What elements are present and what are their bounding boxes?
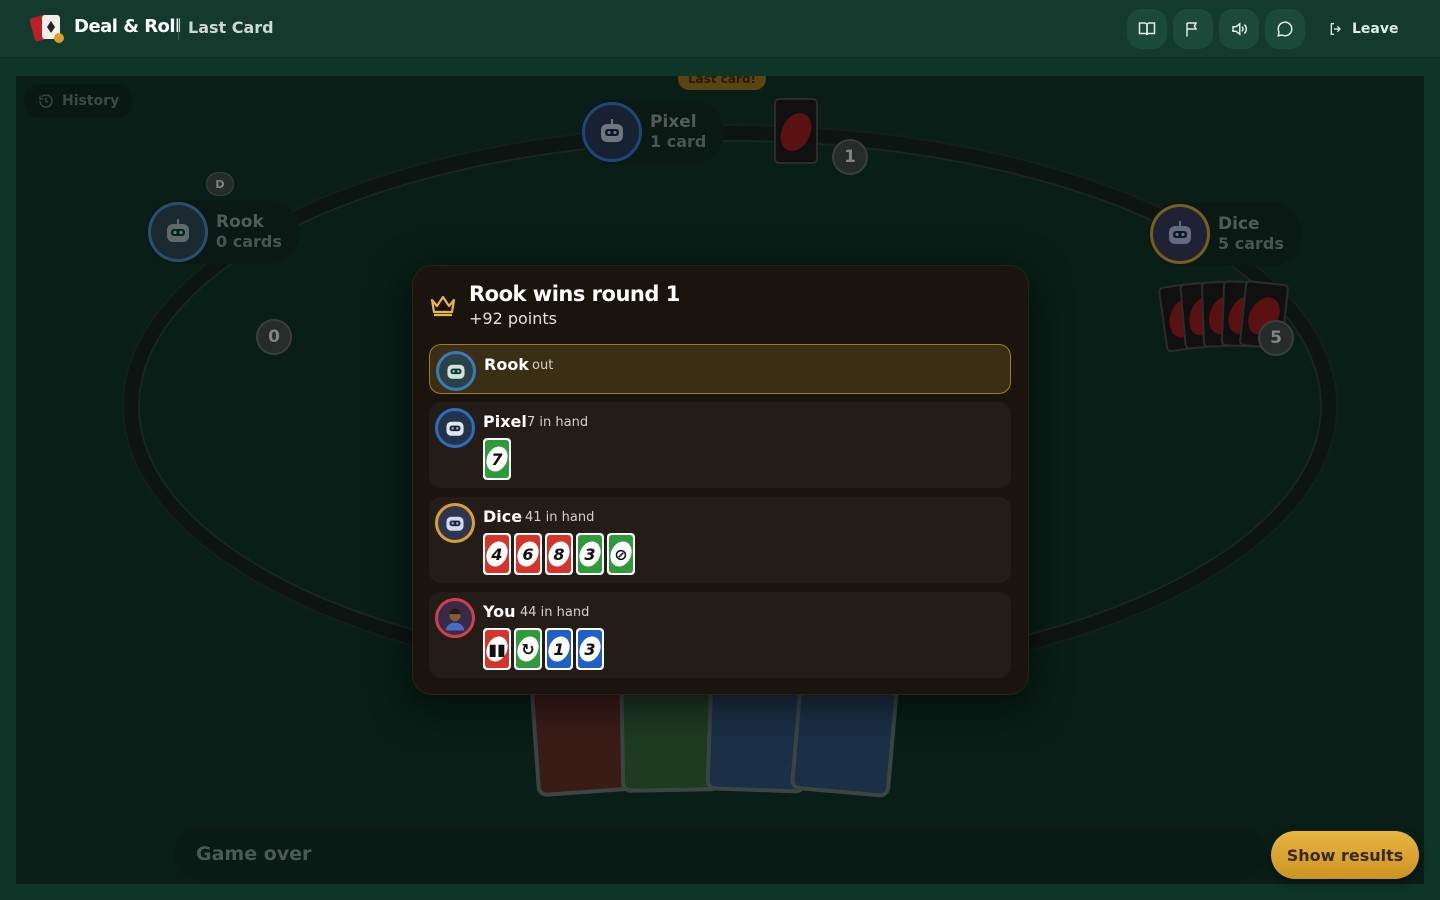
mini-card: 6 <box>514 533 542 575</box>
result-info: 41 in hand <box>525 510 595 525</box>
exit-icon <box>1330 23 1341 35</box>
result-name: Dice <box>483 507 523 526</box>
card-label: ↻ <box>521 639 535 659</box>
bot-avatar-icon <box>435 408 475 448</box>
flag-icon <box>1186 22 1198 37</box>
result-cards: ▮▮ ↻ 1 3 <box>483 628 604 670</box>
app-header: Deal & Roll Last Card Leave <box>0 0 1440 58</box>
chat-button[interactable] <box>1265 9 1305 49</box>
result-name: Rook <box>484 355 529 374</box>
crown-icon <box>430 295 456 317</box>
result-cards: 7 <box>483 438 511 480</box>
mini-card: 4 <box>483 533 511 575</box>
mini-card: 7 <box>483 438 511 480</box>
brand-divider <box>178 18 179 40</box>
brand-logo-icon <box>29 12 66 44</box>
card-label: ⊘ <box>614 544 628 564</box>
card-label: 1 <box>553 639 565 659</box>
card-label: 4 <box>491 544 503 564</box>
result-row-pixel: Pixel 7 in hand 7 <box>429 402 1011 488</box>
user-avatar-icon <box>435 598 475 638</box>
card-label: 6 <box>522 544 534 564</box>
round-results-modal: Rook wins round 1 +92 points Rook out Pi… <box>412 265 1029 695</box>
result-cards: 4 6 8 3 ⊘ <box>483 533 635 575</box>
card-label: 7 <box>491 449 503 469</box>
leave-label: Leave <box>1352 21 1399 37</box>
mini-card: 3 <box>576 628 604 670</box>
result-info: out <box>532 358 554 373</box>
game-name: Last Card <box>188 18 274 37</box>
result-name: Pixel <box>483 412 527 431</box>
report-button[interactable] <box>1173 9 1213 49</box>
mini-card: ▮▮ <box>483 628 511 670</box>
result-row-rook: Rook out <box>429 344 1011 394</box>
modal-subtitle: +92 points <box>469 309 557 328</box>
mini-card: ↻ <box>514 628 542 670</box>
card-label: 3 <box>584 639 596 659</box>
card-label: ▮▮ <box>488 639 506 659</box>
volume-icon <box>1232 22 1247 36</box>
leave-button[interactable]: Leave <box>1318 9 1408 49</box>
result-row-you: You 44 in hand ▮▮ ↻ 1 3 <box>429 592 1011 678</box>
card-label: 3 <box>584 544 596 564</box>
mini-card: 8 <box>545 533 573 575</box>
status-bar: Game over <box>174 826 1266 882</box>
mini-card: ⊘ <box>607 533 635 575</box>
card-label: 8 <box>553 544 565 564</box>
brand-name: Deal & Roll <box>74 16 181 37</box>
status-text: Game over <box>196 843 312 865</box>
modal-title: Rook wins round 1 <box>469 282 680 306</box>
result-info: 7 in hand <box>527 415 589 430</box>
mini-card: 1 <box>545 628 573 670</box>
bot-avatar-icon <box>435 503 475 543</box>
result-row-dice: Dice 41 in hand 4 6 8 3 ⊘ <box>429 497 1011 583</box>
show-results-button[interactable]: Show results <box>1271 831 1419 879</box>
mini-card: 3 <box>576 533 604 575</box>
bot-avatar-icon <box>436 351 476 391</box>
chat-icon <box>1277 21 1293 37</box>
result-info: 44 in hand <box>520 605 590 620</box>
book-icon <box>1138 22 1156 36</box>
result-name: You <box>483 602 516 621</box>
rules-button[interactable] <box>1127 9 1167 49</box>
sound-button[interactable] <box>1219 9 1259 49</box>
